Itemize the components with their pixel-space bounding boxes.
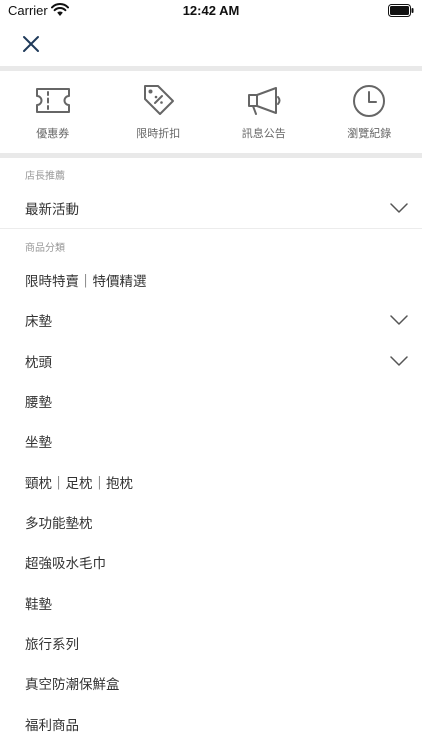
clock-icon bbox=[353, 85, 386, 117]
menu-item-latest-events[interactable]: 最新活動 bbox=[0, 188, 422, 228]
quick-links-row: 優惠券 限時折扣 訊息公告 瀏覽紀錄 bbox=[0, 71, 422, 153]
menu-item-absorbent-towel[interactable]: 超強吸水毛巾 bbox=[0, 542, 422, 582]
quick-link-label: 訊息公告 bbox=[241, 127, 286, 140]
menu-item-label: 腰墊 bbox=[25, 395, 52, 411]
status-time: 12:42 AM bbox=[182, 3, 240, 18]
menu-item-label: 床墊 bbox=[25, 314, 52, 330]
close-icon[interactable] bbox=[18, 31, 44, 57]
menu-item-label: 坐墊 bbox=[25, 435, 52, 451]
quick-link-coupons[interactable]: 優惠券 bbox=[0, 71, 106, 153]
quick-link-label: 優惠券 bbox=[36, 127, 70, 140]
menu-item-vacuum-container[interactable]: 真空防潮保鮮盒 bbox=[0, 663, 422, 703]
menu-item-label: 多功能墊枕 bbox=[25, 516, 93, 532]
quick-link-label: 瀏覽紀錄 bbox=[347, 127, 392, 140]
menu-item-flash-sale[interactable]: 限時特賣｜特價精選 bbox=[0, 260, 422, 300]
menu-item-neck-foot-hug-pillow[interactable]: 頸枕｜足枕｜抱枕 bbox=[0, 462, 422, 502]
menu-item-mattress[interactable]: 床墊 bbox=[0, 300, 422, 340]
quick-link-history[interactable]: 瀏覽紀錄 bbox=[317, 71, 422, 153]
status-bar: Carrier 12:42 AM bbox=[0, 0, 422, 22]
menu-item-label: 枕頭 bbox=[25, 355, 52, 371]
section-label-recommend: 店長推薦 bbox=[25, 171, 65, 182]
quick-link-announcements[interactable]: 訊息公告 bbox=[211, 71, 317, 153]
chevron-down-icon bbox=[390, 315, 408, 325]
menu-item-label: 福利商品 bbox=[25, 718, 79, 734]
quick-link-flash-discount[interactable]: 限時折扣 bbox=[106, 71, 212, 153]
quick-links-divider bbox=[0, 153, 422, 158]
nav-bar bbox=[0, 22, 422, 66]
menu-item-label: 超強吸水毛巾 bbox=[25, 556, 106, 572]
menu-item-outlet-products[interactable]: 福利商品 bbox=[0, 704, 422, 744]
menu-item-label: 真空防潮保鮮盒 bbox=[25, 677, 120, 693]
menu-item-label: 旅行系列 bbox=[25, 637, 79, 653]
chevron-down-icon bbox=[390, 203, 408, 213]
menu-item-pillow[interactable]: 枕頭 bbox=[0, 341, 422, 381]
ticket-icon bbox=[35, 88, 70, 113]
menu-item-lumbar-cushion[interactable]: 腰墊 bbox=[0, 381, 422, 421]
menu-item-label: 鞋墊 bbox=[25, 597, 52, 613]
chevron-down-icon bbox=[390, 356, 408, 366]
menu-item-multifunction-cushion[interactable]: 多功能墊枕 bbox=[0, 502, 422, 542]
section-label-categories: 商品分類 bbox=[25, 243, 65, 254]
menu-item-seat-cushion[interactable]: 坐墊 bbox=[0, 421, 422, 461]
section-divider bbox=[0, 228, 422, 229]
menu-item-label: 頸枕｜足枕｜抱枕 bbox=[25, 476, 133, 492]
menu-item-travel-series[interactable]: 旅行系列 bbox=[0, 623, 422, 663]
discount-tag-icon bbox=[144, 85, 175, 115]
menu-item-insoles[interactable]: 鞋墊 bbox=[0, 583, 422, 623]
battery-icon bbox=[388, 4, 414, 17]
quick-link-label: 限時折扣 bbox=[136, 127, 181, 140]
menu-item-label: 最新活動 bbox=[25, 202, 79, 218]
megaphone-icon bbox=[247, 87, 281, 115]
menu-item-label: 限時特賣｜特價精選 bbox=[25, 274, 147, 290]
